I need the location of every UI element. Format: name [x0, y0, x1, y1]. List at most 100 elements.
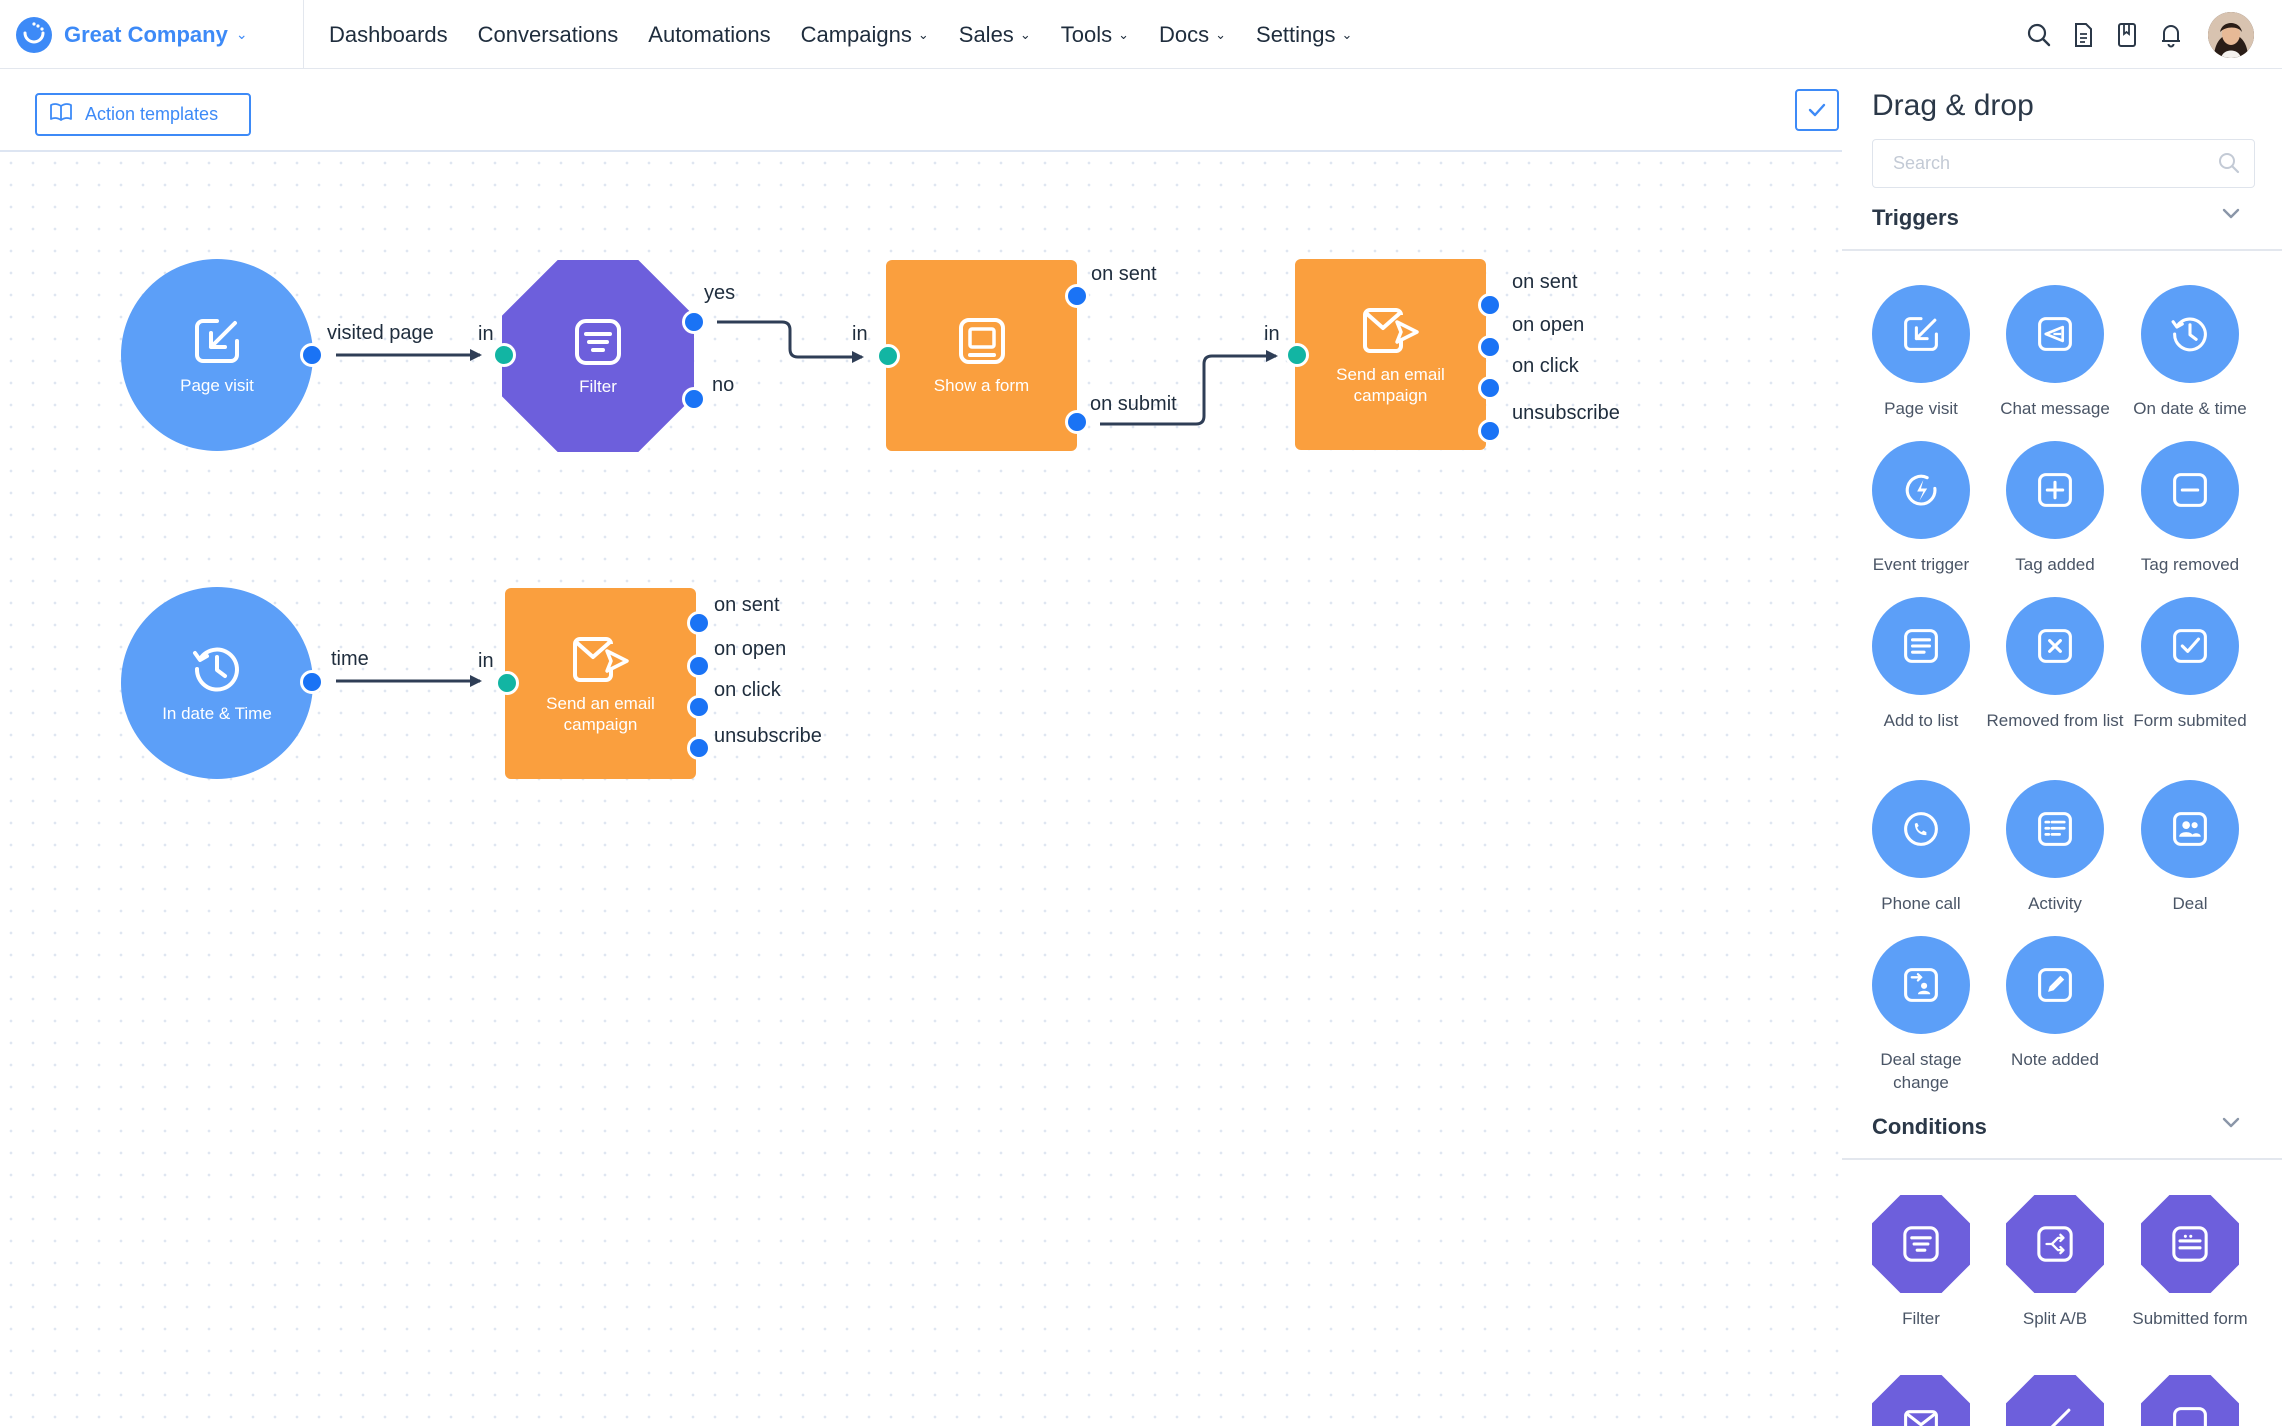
- output-port-yes[interactable]: [682, 310, 706, 334]
- search-input[interactable]: [1873, 140, 2193, 187]
- chevron-down-icon: ⌄: [1215, 26, 1227, 42]
- trigger-activity[interactable]: Activity: [1985, 780, 2125, 915]
- output-port[interactable]: [687, 695, 711, 719]
- automation-canvas[interactable]: Page visit visited page in Filter yes no…: [0, 152, 1842, 1426]
- tile-label: Deal: [2172, 894, 2208, 913]
- port-label: unsubscribe: [1512, 402, 1620, 424]
- nav-campaigns[interactable]: Campaigns ⌄: [801, 22, 929, 48]
- trigger-deal[interactable]: Deal: [2120, 780, 2260, 915]
- node-show-a-form[interactable]: Show a form: [886, 260, 1077, 451]
- node-filter[interactable]: Filter: [502, 260, 694, 452]
- main-menu: Dashboards Conversations Automations Cam…: [329, 0, 1382, 69]
- action-templates-label: Action templates: [85, 104, 219, 124]
- nav-sales[interactable]: Sales ⌄: [959, 22, 1031, 48]
- form-submitted-icon: [2141, 597, 2239, 695]
- trigger-removed-from-list[interactable]: Removed from list: [1985, 597, 2125, 732]
- tile-label: Chat message: [2000, 399, 2110, 418]
- condition-submitted-form[interactable]: Submitted form: [2120, 1195, 2260, 1330]
- search-icon[interactable]: [2218, 152, 2240, 179]
- node-label: Page visit: [180, 375, 254, 395]
- panel-search: [1872, 139, 2255, 188]
- output-port-no[interactable]: [682, 387, 706, 411]
- condition-tile-partial[interactable]: [1851, 1375, 1991, 1426]
- output-port[interactable]: [300, 343, 324, 367]
- node-page-visit[interactable]: Page visit: [121, 259, 313, 451]
- company-name: Great Company: [64, 21, 228, 47]
- trigger-tag-added[interactable]: Tag added: [1985, 441, 2125, 576]
- trigger-deal-stage-change[interactable]: Deal stage change: [1851, 936, 1991, 1094]
- triggers-section-header[interactable]: Triggers: [1842, 195, 2282, 251]
- output-port[interactable]: [687, 736, 711, 760]
- company-switcher[interactable]: Great Company ⌄: [0, 0, 304, 69]
- chat-message-icon: [2006, 285, 2104, 383]
- search-icon[interactable]: [2024, 20, 2054, 50]
- output-port[interactable]: [687, 654, 711, 678]
- tile-label: Phone call: [1881, 894, 1961, 913]
- top-navigation-bar: Great Company ⌄ Dashboards Conversations…: [0, 0, 2282, 69]
- nav-settings[interactable]: Settings ⌄: [1256, 22, 1352, 48]
- input-port[interactable]: [1285, 343, 1309, 367]
- input-port[interactable]: [495, 671, 519, 695]
- output-port[interactable]: [1478, 335, 1502, 359]
- port-label: on open: [1512, 314, 1585, 336]
- node-label: In date & Time: [162, 703, 272, 723]
- input-port[interactable]: [492, 343, 516, 367]
- nav-automations[interactable]: Automations: [648, 22, 770, 48]
- node-send-email-campaign[interactable]: Send an email campaign: [1295, 259, 1486, 450]
- save-checkmark-button[interactable]: [1795, 89, 1839, 131]
- trigger-note-added[interactable]: Note added: [1985, 936, 2125, 1071]
- input-port[interactable]: [876, 344, 900, 368]
- trigger-on-date-time[interactable]: On date & time: [2120, 285, 2260, 420]
- trigger-chat-message[interactable]: Chat message: [1985, 285, 2125, 420]
- output-port[interactable]: [687, 611, 711, 635]
- condition-tile-partial[interactable]: [2120, 1375, 2260, 1426]
- book-icon[interactable]: [2112, 20, 2142, 50]
- nav-docs[interactable]: Docs ⌄: [1159, 22, 1226, 48]
- port-label: on click: [714, 679, 781, 701]
- bell-icon[interactable]: [2156, 20, 2186, 50]
- tag-removed-icon: [2141, 441, 2239, 539]
- trigger-event-trigger[interactable]: Event trigger: [1851, 441, 1991, 576]
- add-to-list-icon: [1872, 597, 1970, 695]
- node-send-email-campaign[interactable]: Send an email campaign: [505, 588, 696, 779]
- port-label: yes: [704, 282, 736, 304]
- book-open-icon: [49, 102, 73, 127]
- output-port[interactable]: [1478, 376, 1502, 400]
- trigger-page-visit[interactable]: Page visit: [1851, 285, 1991, 420]
- conditions-section-header[interactable]: Conditions: [1842, 1104, 2282, 1160]
- filter-icon: [575, 318, 621, 365]
- tile-label: Form submited: [2133, 711, 2247, 730]
- tile-label: Add to list: [1883, 711, 1959, 730]
- section-title: Triggers: [1872, 205, 1959, 230]
- action-templates-button[interactable]: Action templates: [35, 93, 251, 136]
- nav-tools[interactable]: Tools ⌄: [1061, 22, 1129, 48]
- nav-label: Conversations: [477, 21, 619, 47]
- nav-dashboards[interactable]: Dashboards: [329, 22, 448, 48]
- trigger-tag-removed[interactable]: Tag removed: [2120, 441, 2260, 576]
- trigger-add-to-list[interactable]: Add to list: [1851, 597, 1991, 732]
- deal-icon: [2141, 780, 2239, 878]
- condition-split-ab[interactable]: Split A/B: [1985, 1195, 2125, 1330]
- email-icon: [1872, 1375, 1970, 1426]
- section-title: Conditions: [1872, 1114, 1987, 1139]
- nav-conversations[interactable]: Conversations: [478, 22, 619, 48]
- condition-tile-partial[interactable]: [1985, 1375, 2125, 1426]
- condition-filter[interactable]: Filter: [1851, 1195, 1991, 1330]
- trigger-phone-call[interactable]: Phone call: [1851, 780, 1991, 915]
- clock-icon: [193, 647, 239, 691]
- email-icon: [1362, 307, 1419, 353]
- output-port-on-sent[interactable]: [1065, 284, 1089, 308]
- removed-from-list-icon: [2006, 597, 2104, 695]
- trigger-form-submited[interactable]: Form submited: [2120, 597, 2260, 732]
- port-label: no: [712, 374, 735, 396]
- port-label: on submit: [1090, 393, 1177, 415]
- output-port[interactable]: [1478, 419, 1502, 443]
- avatar[interactable]: [2208, 11, 2254, 58]
- chevron-down-icon: ⌄: [235, 26, 248, 42]
- output-port-on-submit[interactable]: [1065, 410, 1089, 434]
- output-port[interactable]: [300, 670, 324, 694]
- output-port[interactable]: [1478, 293, 1502, 317]
- document-icon[interactable]: [2068, 20, 2098, 50]
- port-label: on click: [1512, 355, 1579, 377]
- node-in-date-time[interactable]: In date & Time: [121, 587, 313, 779]
